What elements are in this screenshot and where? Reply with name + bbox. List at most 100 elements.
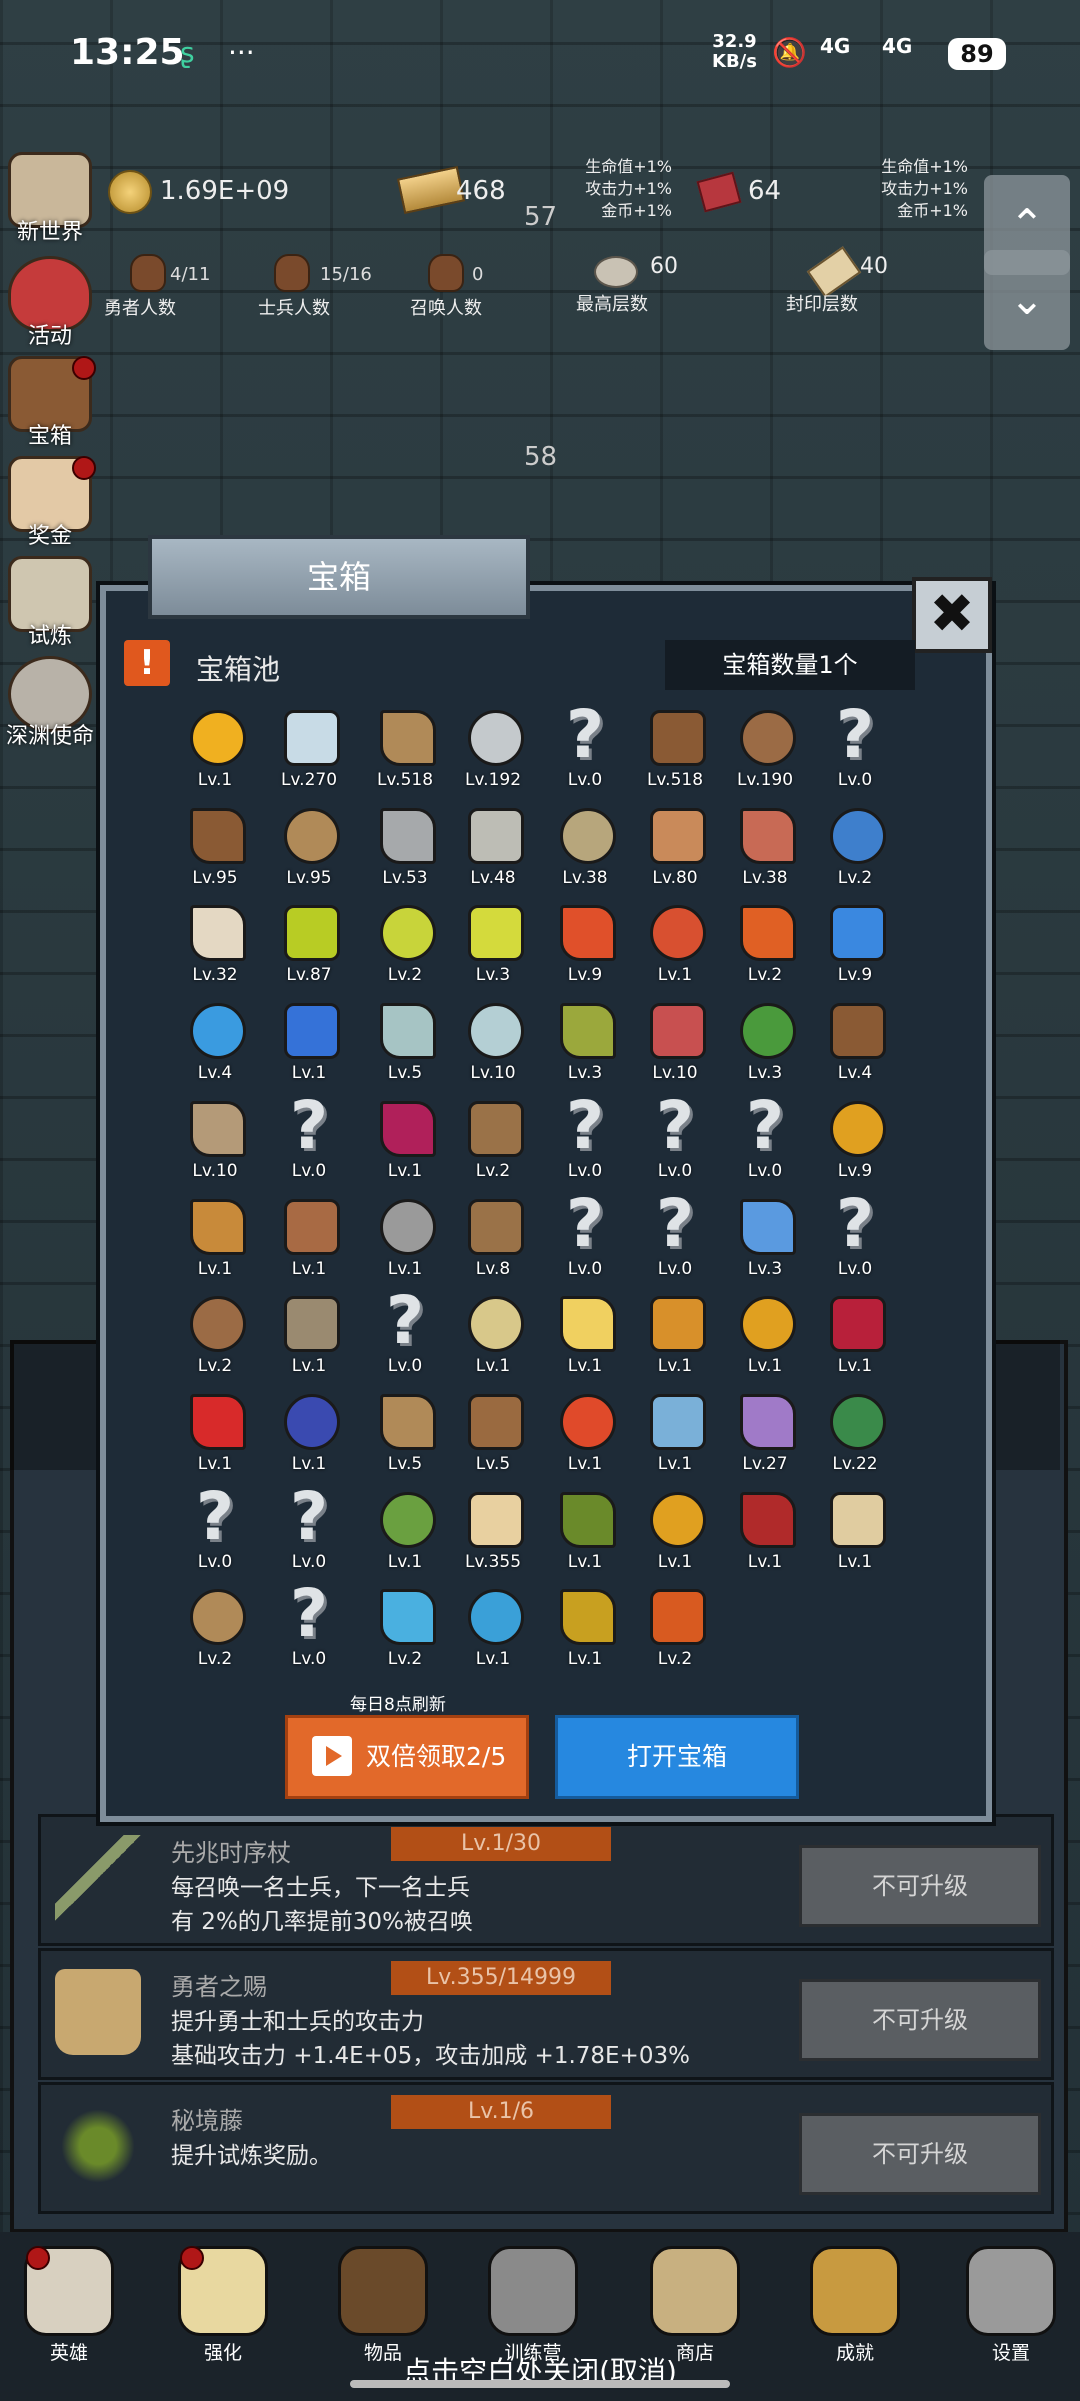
chest-pool-item[interactable]: Lv.1 [262,1288,356,1386]
chest-pool-item[interactable]: Lv.38 [718,800,812,898]
chest-pool-item[interactable]: Lv.1 [628,1386,722,1484]
chest-pool-item[interactable]: Lv.1 [808,1288,902,1386]
chest-pool-item[interactable]: ? Lv.0 [628,1190,722,1289]
chest-pool-item[interactable]: ? Lv.0 [262,1092,356,1191]
chest-pool-item[interactable]: Lv.1 [446,1288,540,1386]
cannot-upgrade-button[interactable]: 不可升级 [799,1979,1041,2061]
chest-pool-item[interactable]: Lv.22 [808,1386,902,1484]
item-level: Lv.2 [197,1356,233,1377]
side-menu-abyss[interactable]: 深渊使命 [0,656,100,750]
chest-pool-item[interactable]: Lv.270 [262,702,356,800]
chest-pool-item[interactable]: Lv.1 [628,897,722,995]
chest-pool-item[interactable]: ? Lv.0 [538,1092,632,1191]
chest-pool-item[interactable]: Lv.2 [628,1581,722,1679]
chest-pool-item[interactable]: Lv.5 [446,1386,540,1484]
chest-pool-item[interactable]: Lv.5 [358,1386,452,1484]
chest-pool-item[interactable]: Lv.38 [538,800,632,898]
chest-pool-item[interactable]: Lv.1 [262,1191,356,1289]
chest-pool-item[interactable]: Lv.4 [808,995,902,1093]
chest-pool-item[interactable]: Lv.1 [262,1386,356,1484]
side-menu-trial[interactable]: 试炼 [0,556,100,650]
nav-item-lantern[interactable]: 训练营 [478,2246,588,2365]
chest-pool-item[interactable]: Lv.1 [808,1484,902,1582]
nav-item-candle[interactable]: 强化 [168,2246,278,2365]
chest-pool-item[interactable]: Lv.95 [262,800,356,898]
chest-pool-item[interactable]: Lv.4 [168,995,262,1093]
chest-pool-item[interactable]: Lv.1 [538,1386,632,1484]
chest-pool-item[interactable]: Lv.2 [168,1581,262,1679]
seal-floor: 40 [860,254,888,279]
chest-pool-item[interactable]: Lv.1 [168,702,262,800]
nav-item-gear[interactable]: 设置 [956,2246,1066,2365]
chest-pool-item[interactable]: Lv.80 [628,800,722,898]
chest-pool-item[interactable]: ? Lv.0 [262,1483,356,1582]
open-chest-button[interactable]: 打开宝箱 [555,1715,799,1799]
chest-pool-item[interactable]: ? Lv.0 [808,702,902,800]
chest-pool-item[interactable]: ? Lv.0 [808,1190,902,1289]
chest-pool-item[interactable]: Lv.1 [168,1191,262,1289]
chest-pool-item[interactable]: ? Lv.0 [538,1190,632,1289]
nav-item-key[interactable]: 成就 [800,2246,910,2365]
chest-pool-item[interactable]: Lv.3 [538,995,632,1093]
chest-pool-item[interactable]: Lv.9 [808,897,902,995]
chest-pool-item[interactable]: Lv.1 [446,1581,540,1679]
chest-pool-item[interactable]: Lv.355 [446,1484,540,1582]
chest-pool-item[interactable]: Lv.10 [446,995,540,1093]
nav-item-skull[interactable]: 英雄 [14,2246,124,2365]
scroll-down-button[interactable]: ⌄ [984,250,1070,350]
chest-pool-item[interactable]: Lv.27 [718,1386,812,1484]
chest-pool-item[interactable]: Lv.3 [446,897,540,995]
chest-pool-item[interactable]: Lv.10 [628,995,722,1093]
chest-pool-item[interactable]: Lv.10 [168,1093,262,1191]
nav-item-mug[interactable]: 商店 [640,2246,750,2365]
chest-pool-item[interactable]: Lv.1 [168,1386,262,1484]
chest-pool-item[interactable]: Lv.2 [718,897,812,995]
chest-pool-item[interactable]: Lv.2 [168,1288,262,1386]
chest-pool-item[interactable]: Lv.518 [628,702,722,800]
chest-pool-item[interactable]: Lv.3 [718,995,812,1093]
chest-pool-item[interactable]: ? Lv.0 [628,1092,722,1191]
chest-pool-item[interactable]: ? Lv.0 [358,1288,452,1386]
chest-pool-item[interactable]: Lv.1 [628,1288,722,1386]
chest-pool-item[interactable]: Lv.2 [358,1581,452,1679]
chest-pool-item[interactable]: Lv.32 [168,897,262,995]
cannot-upgrade-button[interactable]: 不可升级 [799,2113,1041,2195]
side-menu-new-world[interactable]: 新世界 [0,152,100,246]
chest-pool-item[interactable]: ? Lv.0 [718,1092,812,1191]
double-claim-button[interactable]: 双倍领取2/5 [285,1715,529,1799]
chest-pool-item[interactable]: Lv.1 [262,995,356,1093]
chest-pool-item[interactable]: Lv.1 [718,1288,812,1386]
nav-item-book[interactable]: 物品 [328,2246,438,2365]
chest-pool-item[interactable]: Lv.1 [538,1581,632,1679]
side-menu-events[interactable]: 活动 [0,256,100,350]
chest-pool-item[interactable]: Lv.1 [358,1484,452,1582]
chest-pool-item[interactable]: ? Lv.0 [262,1581,356,1679]
chest-pool-item[interactable]: Lv.1 [718,1484,812,1582]
chest-pool-item[interactable]: Lv.53 [358,800,452,898]
chest-pool-item[interactable]: Lv.2 [446,1093,540,1191]
chest-pool-item[interactable]: ? Lv.0 [538,702,632,800]
chest-pool-item[interactable]: Lv.8 [446,1191,540,1289]
chest-pool-item[interactable]: Lv.9 [808,1093,902,1191]
close-button[interactable]: ✖ [912,577,992,653]
chest-pool-item[interactable]: Lv.2 [358,897,452,995]
chest-pool-item[interactable]: Lv.5 [358,995,452,1093]
chest-pool-item[interactable]: Lv.1 [358,1093,452,1191]
chest-pool-item[interactable]: Lv.190 [718,702,812,800]
chest-pool-item[interactable]: Lv.518 [358,702,452,800]
chest-pool-item[interactable]: Lv.3 [718,1191,812,1289]
chest-pool-item[interactable]: Lv.1 [538,1288,632,1386]
chest-pool-item[interactable]: Lv.2 [808,800,902,898]
cannot-upgrade-button[interactable]: 不可升级 [799,1845,1041,1927]
notification-dot [72,356,96,380]
chest-pool-item[interactable]: Lv.1 [538,1484,632,1582]
chest-pool-item[interactable]: ? Lv.0 [168,1483,262,1582]
chest-pool-item[interactable]: Lv.9 [538,897,632,995]
chest-pool-item[interactable]: Lv.48 [446,800,540,898]
chest-pool-item[interactable]: Lv.192 [446,702,540,800]
chest-pool-item[interactable]: Lv.1 [358,1191,452,1289]
chest-pool-item[interactable]: Lv.87 [262,897,356,995]
home-indicator[interactable] [350,2380,730,2388]
chest-pool-item[interactable]: Lv.95 [168,800,262,898]
chest-pool-item[interactable]: Lv.1 [628,1484,722,1582]
